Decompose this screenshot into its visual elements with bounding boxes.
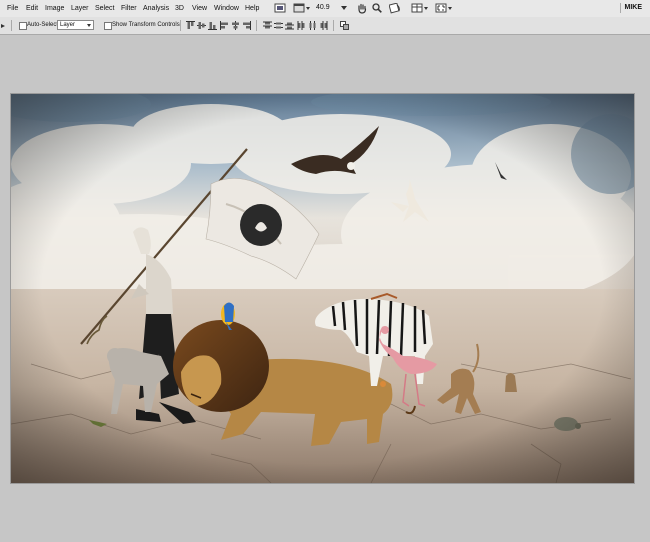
menu-analysis[interactable]: Analysis: [143, 4, 169, 13]
artwork: [11, 94, 634, 483]
options-bar: Auto-Select: Layer Show Transform Contro…: [0, 17, 650, 35]
align-left-edges-icon[interactable]: [220, 21, 229, 30]
separator: [11, 20, 12, 31]
menu-bar: File Edit Image Layer Select Filter Anal…: [0, 0, 650, 18]
align-top-edges-icon[interactable]: [186, 21, 195, 30]
screen-mode-icon[interactable]: [292, 2, 312, 14]
menu-select[interactable]: Select: [95, 4, 114, 13]
auto-select-label: Auto-Select:: [27, 22, 60, 28]
screen-options-icon[interactable]: [434, 2, 454, 14]
tool-preset-icon[interactable]: [0, 20, 6, 32]
bridge-icon[interactable]: [273, 2, 287, 14]
align-vertical-centers-icon[interactable]: [197, 21, 206, 30]
document-canvas[interactable]: [11, 94, 634, 483]
distribute-left-edges-icon[interactable]: [297, 21, 306, 30]
chevron-down-icon: [87, 24, 91, 27]
distribute-bottom-edges-icon[interactable]: [285, 21, 294, 30]
zoom-tool-icon[interactable]: [371, 2, 383, 14]
distribute-right-edges-icon[interactable]: [319, 21, 328, 30]
menu-help[interactable]: Help: [245, 4, 259, 13]
distribute-vertical-centers-icon[interactable]: [274, 21, 283, 30]
separator: [256, 20, 257, 31]
arrange-documents-icon[interactable]: [410, 2, 430, 14]
menu-layer[interactable]: Layer: [71, 4, 89, 13]
distribute-top-edges-icon[interactable]: [263, 21, 272, 30]
zoom-dropdown-icon[interactable]: [340, 2, 348, 14]
align-bottom-edges-icon[interactable]: [208, 21, 217, 30]
menu-filter[interactable]: Filter: [121, 4, 137, 13]
auto-select-target-value: Layer: [60, 22, 76, 28]
separator: [333, 20, 334, 31]
auto-select-target-select[interactable]: Layer: [57, 20, 94, 30]
menu-3d[interactable]: 3D: [175, 4, 184, 13]
rotate-view-icon[interactable]: [388, 2, 402, 14]
auto-align-layers-icon[interactable]: [340, 21, 349, 30]
user-name[interactable]: MIKE: [619, 3, 647, 13]
align-right-edges-icon[interactable]: [242, 21, 251, 30]
menu-edit[interactable]: Edit: [26, 4, 38, 13]
menu-window[interactable]: Window: [214, 4, 239, 13]
vignette: [11, 94, 634, 483]
menu-view[interactable]: View: [192, 4, 207, 13]
menu-file[interactable]: File: [7, 4, 18, 13]
show-transform-label: Show Transform Controls: [112, 22, 180, 28]
menu-image[interactable]: Image: [45, 4, 64, 13]
separator: [180, 20, 181, 31]
distribute-horizontal-centers-icon[interactable]: [308, 21, 317, 30]
zoom-level[interactable]: 40.9: [316, 2, 342, 14]
align-horizontal-centers-icon[interactable]: [231, 21, 240, 30]
show-transform-checkbox[interactable]: [104, 22, 112, 30]
hand-tool-icon[interactable]: [356, 2, 368, 14]
auto-select-checkbox[interactable]: [19, 22, 27, 30]
